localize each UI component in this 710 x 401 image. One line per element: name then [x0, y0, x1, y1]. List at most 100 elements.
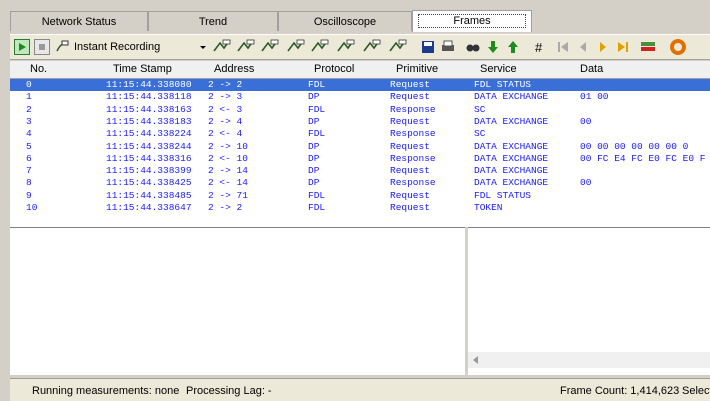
- table-row[interactable]: 9 11:15:44.338485 2 -> 71 FDL Request FDL STA…: [10, 190, 710, 202]
- arrow-up-icon[interactable]: [505, 39, 521, 55]
- table-cell-protocol: DP: [308, 152, 320, 164]
- column-protocol[interactable]: Protocol: [314, 63, 354, 75]
- tab-network-status[interactable]: Network Status: [10, 11, 148, 31]
- tab-bar: Network Status Trend Oscilloscope Frames: [10, 10, 710, 32]
- table-cell-primitive: Request: [390, 79, 430, 90]
- table-cell-time-stamp: 11:15:44.338244: [106, 140, 192, 152]
- table-cell-time-stamp: 11:15:44.338224: [106, 128, 192, 140]
- table-row[interactable]: 7 11:15:44.338399 2 -> 14 DP Request DATA EXC…: [10, 165, 710, 177]
- table-cell-protocol: FDL: [308, 128, 326, 140]
- tab-oscilloscope[interactable]: Oscilloscope: [278, 11, 412, 31]
- arrow-down-icon[interactable]: [485, 39, 501, 55]
- table-row[interactable]: 1 11:15:44.338118 2 -> 3 DP Request DATA EXCH…: [10, 91, 710, 103]
- filter-icon[interactable]: [286, 39, 306, 55]
- palette-icon[interactable]: [670, 39, 686, 55]
- table-row[interactable]: 3 11:15:44.338183 2 -> 4 DP Request DATA EXCH…: [10, 116, 710, 128]
- play-icon[interactable]: [14, 39, 30, 55]
- column-service[interactable]: Service: [480, 63, 517, 75]
- column-data[interactable]: Data: [580, 63, 603, 75]
- table-cell-service: FDL STATUS: [474, 79, 532, 90]
- table-cell-service: SC: [474, 128, 486, 140]
- table-row[interactable]: 10 11:15:44.338647 2 -> 2 FDL Request TOKEN: [10, 202, 710, 214]
- next-icon[interactable]: [595, 39, 611, 55]
- table-cell-address: 2 <- 14: [208, 177, 248, 189]
- table-cell-no: 1: [26, 91, 32, 103]
- frame-number-icon[interactable]: #: [533, 39, 549, 55]
- table-cell-protocol: FDL: [308, 189, 326, 201]
- table-cell-time-stamp: 11:15:44.338080: [106, 79, 192, 90]
- frame-detail-pane: [10, 227, 465, 375]
- table-cell-protocol: DP: [308, 91, 320, 103]
- table-cell-primitive: Request: [390, 140, 430, 152]
- table-cell-service: FDL STATUS: [474, 189, 532, 201]
- table-cell-no: 5: [26, 140, 32, 152]
- table-cell-service: DATA EXCHANGE: [474, 165, 549, 177]
- horizontal-scrollbar[interactable]: [468, 352, 710, 368]
- print-icon[interactable]: [440, 39, 456, 55]
- table-cell-service: DATA EXCHANGE: [474, 91, 549, 103]
- frame-count: Frame Count: 1,414,623: [560, 385, 680, 397]
- table-cell-protocol: FDL: [308, 103, 326, 115]
- table-cell-protocol: FDL: [308, 202, 326, 213]
- running-measurements: Running measurements: none: [32, 385, 180, 397]
- filter-icon[interactable]: [310, 39, 330, 55]
- table-cell-protocol: DP: [308, 177, 320, 189]
- table-cell-time-stamp: 11:15:44.338425: [106, 177, 192, 189]
- table-cell-address: 2 -> 4: [208, 115, 243, 127]
- table-cell-protocol: FDL: [308, 79, 326, 90]
- filter-icon[interactable]: [260, 39, 280, 55]
- first-icon[interactable]: [555, 39, 571, 55]
- table-row[interactable]: 4 11:15:44.338224 2 <- 4 FDL Response SC: [10, 128, 710, 140]
- record-icon[interactable]: [54, 39, 70, 55]
- filter-icon[interactable]: [388, 39, 408, 55]
- filter-icon[interactable]: [212, 39, 232, 55]
- save-icon[interactable]: [420, 39, 436, 55]
- table-row[interactable]: 5 11:15:44.338244 2 -> 10 DP Request DATA EXC…: [10, 141, 710, 153]
- table-cell-address: 2 <- 10: [208, 152, 248, 164]
- table-row[interactable]: 2 11:15:44.338163 2 <- 3 FDL Response SC: [10, 104, 710, 116]
- column-address[interactable]: Address: [214, 63, 254, 75]
- table-cell-time-stamp: 11:15:44.338485: [106, 189, 192, 201]
- table-cell-time-stamp: 11:15:44.338316: [106, 152, 192, 164]
- stop-icon[interactable]: [34, 39, 50, 55]
- column-primitive[interactable]: Primitive: [396, 63, 438, 75]
- dropdown-arrow-icon[interactable]: [198, 39, 208, 55]
- status-bar: Running measurements: none Processing La…: [10, 378, 710, 401]
- table-cell-data: 01 00: [580, 91, 609, 103]
- filter-icon[interactable]: [362, 39, 382, 55]
- processing-lag: Processing Lag: -: [186, 385, 272, 397]
- table-cell-no: 4: [26, 128, 32, 140]
- column-no[interactable]: No.: [30, 63, 47, 75]
- table-row[interactable]: 0 11:15:44.338080 2 -> 2 FDL Request FDL STAT…: [10, 79, 710, 91]
- table-cell-address: 2 -> 2: [208, 202, 243, 213]
- table-cell-primitive: Request: [390, 202, 430, 213]
- table-row[interactable]: 8 11:15:44.338425 2 <- 14 DP Response DATA EX…: [10, 177, 710, 189]
- filter-icon[interactable]: [336, 39, 356, 55]
- table-cell-address: 2 -> 10: [208, 140, 248, 152]
- table-cell-protocol: DP: [308, 115, 320, 127]
- select-indicator: Select: [682, 385, 710, 397]
- table-cell-time-stamp: 11:15:44.338647: [106, 202, 192, 213]
- column-time-stamp[interactable]: Time Stamp: [113, 63, 172, 75]
- frames-table: No. Time Stamp Address Protocol Primitiv…: [10, 61, 710, 227]
- tab-label: Oscilloscope: [313, 16, 377, 28]
- table-cell-protocol: DP: [308, 165, 320, 177]
- find-icon[interactable]: [465, 39, 481, 55]
- color-icon[interactable]: [640, 39, 656, 55]
- prev-icon[interactable]: [575, 39, 591, 55]
- table-cell-service: DATA EXCHANGE: [474, 152, 549, 164]
- table-cell-time-stamp: 11:15:44.338118: [106, 91, 192, 103]
- table-cell-no: 0: [26, 79, 32, 90]
- table-cell-service: SC: [474, 103, 486, 115]
- table-cell-data: 00 00 00 00 00 00 0: [580, 140, 689, 152]
- tab-trend[interactable]: Trend: [148, 11, 278, 31]
- table-cell-no: 8: [26, 177, 32, 189]
- table-cell-no: 3: [26, 115, 32, 127]
- table-cell-no: 9: [26, 189, 32, 201]
- table-row[interactable]: 6 11:15:44.338316 2 <- 10 DP Response DATA EX…: [10, 153, 710, 165]
- last-icon[interactable]: [615, 39, 631, 55]
- filter-icon[interactable]: [236, 39, 256, 55]
- tab-frames[interactable]: Frames: [412, 10, 532, 32]
- recording-mode-label[interactable]: Instant Recording: [74, 41, 160, 53]
- table-cell-address: 2 -> 2: [208, 79, 243, 90]
